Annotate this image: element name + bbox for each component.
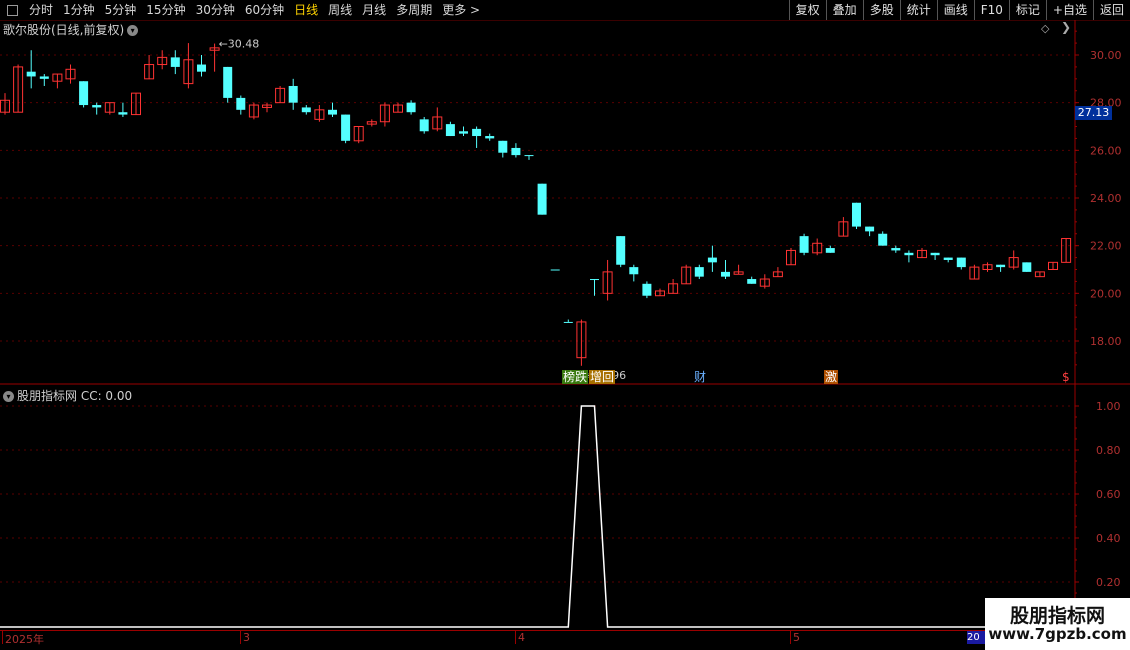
candle-body	[878, 233, 888, 246]
candle-body	[485, 136, 495, 139]
candle-body	[943, 257, 953, 260]
date-label: 3	[243, 631, 250, 644]
candle-body	[616, 236, 626, 265]
candle-body	[747, 279, 757, 284]
candle-body	[996, 264, 1006, 268]
candle-body	[865, 226, 875, 232]
watermark: 股朋指标网 www.7gpzb.com	[985, 598, 1130, 650]
diamond-icon[interactable]: ◇	[1041, 22, 1049, 35]
candle-body	[1022, 262, 1032, 272]
candle-body	[406, 102, 416, 113]
candle-body	[472, 128, 482, 137]
price-axis-label: 30.00	[1090, 49, 1122, 62]
candle-body	[799, 236, 809, 253]
candle-body	[550, 269, 560, 271]
candle-body	[852, 202, 861, 227]
candle-body	[498, 140, 508, 153]
candle-body	[825, 248, 835, 253]
candle-body	[288, 85, 298, 103]
date-cursor-box: 20	[967, 631, 987, 644]
candle-body	[445, 124, 455, 137]
candle-body	[301, 107, 311, 113]
date-label: 2025年	[5, 633, 44, 646]
candle-body	[904, 252, 914, 256]
event-tag-0[interactable]: 榜跌	[562, 370, 589, 384]
indicator-title: ▾ 股朋指标网 CC: 0.00	[3, 387, 132, 404]
candle-body	[118, 112, 128, 115]
price-axis-label: 22.00	[1090, 240, 1122, 253]
price-axis-label: 24.00	[1090, 192, 1122, 205]
candle-body	[223, 66, 233, 98]
date-tick	[2, 631, 3, 644]
candle-body	[170, 57, 180, 67]
chevron-right-icon[interactable]: ❯	[1061, 20, 1071, 34]
candle-body	[642, 283, 652, 296]
date-axis	[0, 630, 1075, 645]
candle-body	[197, 64, 206, 72]
price-axis-label: 26.00	[1090, 144, 1122, 157]
candle-body	[92, 105, 102, 108]
price-axis-label: 18.00	[1090, 335, 1122, 348]
candle-body	[694, 267, 704, 277]
high-price-label: ←30.48	[219, 38, 260, 51]
chevron-down-icon[interactable]: ▾	[127, 25, 139, 36]
chevron-down-icon[interactable]: ▾	[3, 391, 14, 402]
candle-body	[524, 155, 534, 157]
candle-body	[236, 97, 246, 110]
price-axis-label: 20.00	[1090, 287, 1122, 300]
candle-body	[79, 81, 89, 106]
candle-body	[459, 131, 468, 134]
stock-title-text: 歌尔股份(日线,前复权)	[3, 23, 125, 37]
candle-body	[26, 71, 36, 77]
watermark-title: 股朋指标网	[1009, 605, 1105, 627]
watermark-url: www.7gpzb.com	[988, 625, 1127, 643]
candle-body	[341, 114, 351, 141]
candle-body	[891, 248, 901, 251]
indicator-axis-label: 0.80	[1096, 444, 1121, 457]
candle-body	[39, 76, 49, 79]
candle-body	[707, 257, 717, 263]
date-tick	[240, 631, 241, 644]
date-tick	[515, 631, 516, 644]
indicator-axis-label: 0.20	[1096, 576, 1121, 589]
candle-body	[590, 279, 599, 281]
candle-body	[930, 252, 940, 256]
candle-body	[511, 147, 521, 156]
candle-body	[537, 183, 547, 215]
date-label: 5	[793, 631, 800, 644]
indicator-axis-label: 1.00	[1096, 400, 1121, 413]
event-tag-2[interactable]: 财	[693, 370, 707, 384]
indicator-title-text: 股朋指标网 CC: 0.00	[17, 389, 133, 403]
event-tag-4[interactable]: $	[1061, 370, 1071, 384]
event-tag-1[interactable]: 增回	[589, 370, 616, 384]
indicator-axis-label: 0.60	[1096, 488, 1121, 501]
indicator-line	[0, 405, 1075, 628]
stock-title: 歌尔股份(日线,前复权) ▾	[3, 21, 139, 38]
current-price-tag: 27.13	[1075, 106, 1112, 120]
date-label: 4	[518, 631, 525, 644]
candle-body	[956, 257, 966, 268]
candle-body	[419, 119, 429, 132]
event-tag-3[interactable]: 激	[824, 370, 839, 384]
candle-body	[721, 271, 730, 277]
indicator-axis-label: 0.40	[1096, 532, 1121, 545]
date-tick	[790, 631, 791, 644]
chart-svg: 30.0028.0026.0024.0022.0020.0018.001.000…	[0, 20, 1130, 645]
candle-body	[629, 267, 639, 275]
candle-body	[563, 321, 573, 323]
candle-body	[328, 109, 337, 115]
